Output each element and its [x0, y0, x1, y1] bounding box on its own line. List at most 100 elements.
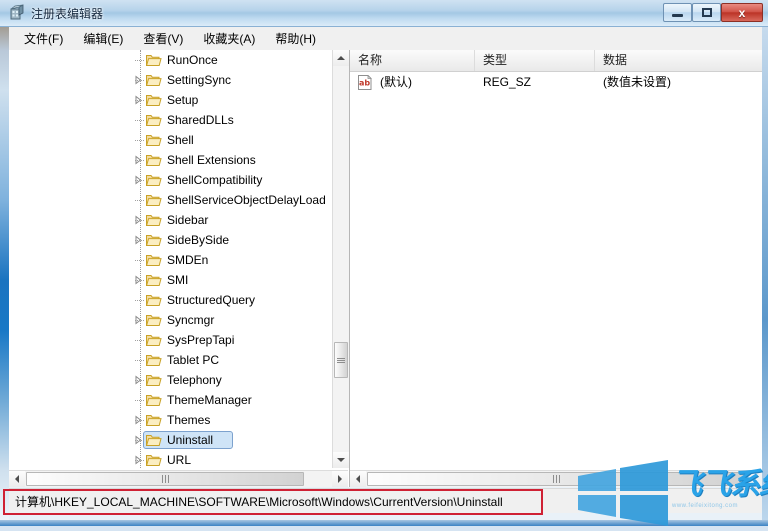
tree-item-runonce[interactable]: RunOnce	[9, 50, 335, 70]
tree-connector-line	[135, 340, 144, 342]
column-header-name[interactable]: 名称	[350, 50, 475, 71]
tree-connector-line	[135, 300, 144, 302]
tree-item-shell[interactable]: Shell	[9, 130, 335, 150]
tree-connector-line	[135, 260, 144, 262]
tree-item-telephony[interactable]: Telephony	[9, 370, 335, 390]
maximize-button[interactable]	[692, 3, 721, 22]
tree-item-label: Shell Extensions	[167, 153, 256, 167]
tree-item-label: SMI	[167, 273, 189, 287]
tree-item-label: ShellCompatibility	[167, 173, 263, 187]
tree-item-label: StructuredQuery	[167, 293, 256, 307]
column-header-type[interactable]: 类型	[475, 50, 595, 71]
tree-item-structuredquery[interactable]: StructuredQuery	[9, 290, 335, 310]
tree-item-syspreptapi[interactable]: SysPrepTapi	[9, 330, 335, 350]
tree-connector-line	[135, 200, 144, 202]
minimize-button[interactable]	[663, 3, 692, 22]
folder-icon	[145, 353, 162, 367]
tree-connector-line	[135, 280, 144, 282]
menu-file[interactable]: 文件(F)	[15, 27, 72, 50]
tree-item-sidebar[interactable]: Sidebar	[9, 210, 335, 230]
tree-item-smden[interactable]: SMDEn	[9, 250, 335, 270]
menu-help[interactable]: 帮助(H)	[266, 27, 325, 50]
tree-item-smi[interactable]: SMI	[9, 270, 335, 290]
tree-scroll-up-button[interactable]	[333, 50, 349, 66]
tree-item-label: Syncmgr	[167, 313, 215, 327]
tree-item-label: Themes	[167, 413, 211, 427]
chevron-up-icon	[337, 56, 345, 60]
folder-icon	[145, 393, 162, 407]
folder-icon	[145, 453, 162, 467]
value-row[interactable]: ab (默认) REG_SZ (数值未设置)	[350, 73, 762, 92]
tree-scroll-down-button[interactable]	[333, 452, 349, 468]
tree-item-syncmgr[interactable]: Syncmgr	[9, 310, 335, 330]
tree-scroll-thumb[interactable]	[334, 342, 348, 378]
tree-connector-line	[135, 220, 144, 222]
registry-path-text: 计算机\HKEY_LOCAL_MACHINE\SOFTWARE\Microsof…	[15, 495, 503, 509]
tree-horizontal-scrollbar[interactable]	[9, 470, 348, 487]
tree-item-shell-extensions[interactable]: Shell Extensions	[9, 150, 335, 170]
tree-item-label: SideBySide	[167, 233, 230, 247]
tree-connector-line	[135, 460, 144, 462]
tree-item-label: SharedDLLs	[167, 113, 234, 127]
tree-item-tablet-pc[interactable]: Tablet PC	[9, 350, 335, 370]
tree-item-thememanager[interactable]: ThemeManager	[9, 390, 335, 410]
tree-item-shellserviceobjectdelayload[interactable]: ShellServiceObjectDelayLoad	[9, 190, 335, 210]
folder-icon	[145, 213, 162, 227]
registry-value-pane[interactable]: 名称 类型 数据 ab (默认) REG_SZ (数值未设置)	[350, 50, 762, 487]
chevron-right-icon	[338, 475, 342, 483]
tree-item-settingsync[interactable]: SettingSync	[9, 70, 335, 90]
value-hscroll-thumb[interactable]	[367, 472, 745, 486]
window-bottom-border	[0, 520, 768, 526]
chevron-left-icon	[356, 475, 360, 483]
tree-item-label: URL	[167, 453, 192, 467]
folder-icon	[145, 233, 162, 247]
tree-vertical-scrollbar[interactable]	[332, 50, 349, 468]
folder-icon	[145, 333, 162, 347]
window-left-border	[0, 20, 9, 520]
folder-icon	[145, 93, 162, 107]
tree-connector-line	[135, 140, 144, 142]
tree-connector-line	[135, 400, 144, 402]
tree-item-url[interactable]: URL	[9, 450, 335, 468]
tree-scroll-left-button[interactable]	[9, 471, 25, 487]
menu-view[interactable]: 查看(V)	[134, 27, 192, 50]
value-horizontal-scrollbar[interactable]	[350, 470, 762, 487]
tree-hscroll-thumb[interactable]	[26, 472, 304, 486]
minimize-icon	[664, 4, 691, 21]
tree-connector-line	[135, 100, 144, 102]
value-scroll-left-button[interactable]	[350, 471, 366, 487]
folder-icon	[145, 113, 162, 127]
chevron-left-icon	[15, 475, 19, 483]
folder-icon	[145, 413, 162, 427]
tree-item-shareddlls[interactable]: SharedDLLs	[9, 110, 335, 130]
tree-item-setup[interactable]: Setup	[9, 90, 335, 110]
tree-item-shellcompatibility[interactable]: ShellCompatibility	[9, 170, 335, 190]
folder-icon	[145, 433, 162, 447]
registry-tree-pane[interactable]: RunOnce SettingSync Setup SharedDLLs Shell Sh…	[9, 50, 350, 487]
tree-item-sidebyside[interactable]: SideBySide	[9, 230, 335, 250]
close-button[interactable]: x	[721, 3, 763, 22]
tree-connector-line	[135, 180, 144, 182]
value-data: (数值未设置)	[603, 75, 671, 89]
window-right-border	[762, 20, 768, 520]
tree-item-uninstall[interactable]: Uninstall	[9, 430, 335, 450]
tree-scroll-right-button[interactable]	[332, 471, 348, 487]
registry-tree-list[interactable]: RunOnce SettingSync Setup SharedDLLs Shell Sh…	[9, 50, 335, 468]
tree-item-themes[interactable]: Themes	[9, 410, 335, 430]
column-header-data[interactable]: 数据	[595, 50, 762, 71]
chevron-down-icon	[337, 458, 345, 462]
folder-icon	[145, 73, 162, 87]
registry-editor-icon	[8, 4, 26, 22]
svg-text:ab: ab	[359, 79, 370, 88]
menu-favorites[interactable]: 收藏夹(A)	[194, 27, 264, 50]
tree-item-label: SysPrepTapi	[167, 333, 235, 347]
folder-icon	[145, 273, 162, 287]
tree-connector-line	[135, 380, 144, 382]
tree-connector-line	[135, 80, 144, 82]
menu-edit[interactable]: 编辑(E)	[74, 27, 132, 50]
title-bar[interactable]: 注册表编辑器 x	[0, 0, 768, 27]
folder-icon	[145, 253, 162, 267]
tree-item-label: ThemeManager	[167, 393, 252, 407]
tree-connector-line	[135, 420, 144, 422]
registry-editor-window: 注册表编辑器 x 文件(F) 编辑(E) 查看(V) 收藏夹(A) 帮助(H) …	[0, 0, 768, 526]
